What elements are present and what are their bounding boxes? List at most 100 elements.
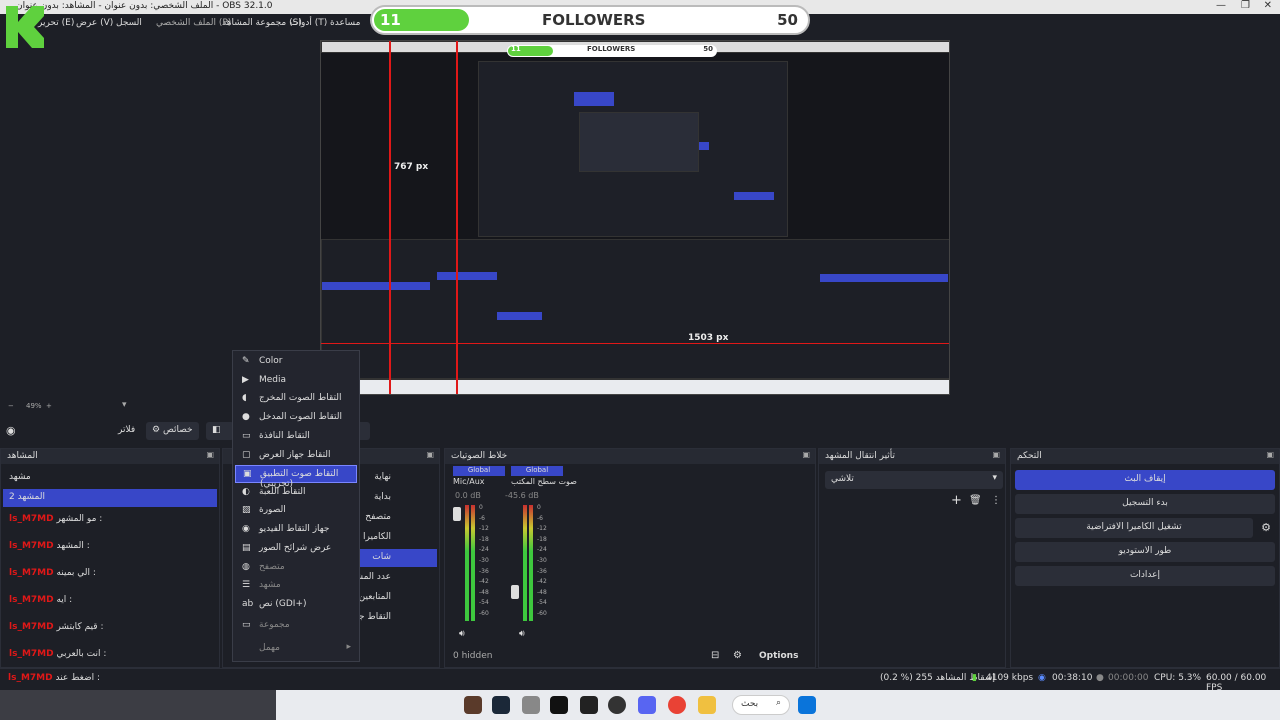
stop-stream-button[interactable]: إيقاف البث [1015, 470, 1275, 490]
menu-item-image[interactable]: ▨ الصورة [235, 502, 357, 520]
start-recording-button[interactable]: بدء التسجيل [1015, 494, 1275, 514]
taskbar-search[interactable]: بحث ⌕ [732, 695, 790, 715]
filters-button[interactable]: فلاتر [118, 425, 135, 435]
menu-item-text[interactable]: ab نص (GDI+) [235, 596, 357, 614]
menu-item-deprecated[interactable]: مهمل ▸ [235, 640, 357, 658]
zoom-dropdown-icon[interactable]: ▾ [122, 400, 127, 410]
mic-volume-slider[interactable] [453, 507, 461, 521]
maximize-icon[interactable]: ❐ [1241, 0, 1250, 11]
chevron-right-icon: ▸ [346, 642, 351, 652]
menu-item-video-capture[interactable]: ◉ جهاز التقاط الفيديو [235, 521, 357, 539]
minimize-icon[interactable]: — [1216, 0, 1226, 11]
menu-item-color[interactable]: ✎ Color [235, 353, 357, 371]
properties-button[interactable]: ⚙ خصائص [146, 422, 199, 440]
scene-item[interactable]: ls_M7MD الي بمينه : [3, 565, 217, 583]
mixer-options-button[interactable]: Options [759, 651, 798, 661]
studio-mode-button[interactable]: طور الاستوديو [1015, 542, 1275, 562]
scene-item[interactable]: المشهد 2 [3, 489, 217, 507]
scene-item[interactable]: مشهد [3, 469, 217, 487]
file-explorer-icon[interactable] [698, 696, 716, 714]
add-transition-icon[interactable]: + [951, 493, 962, 508]
steam-icon[interactable] [492, 696, 510, 714]
dock-popout-icon[interactable]: ▣ [992, 450, 1000, 459]
windows-start-icon[interactable] [798, 696, 816, 714]
mic-aux-name[interactable]: Mic/Aux [453, 477, 485, 486]
mixer-settings-icon[interactable]: ⚙ [733, 650, 742, 661]
scene-item[interactable]: ls_M7MD انت بالعربي : [3, 646, 217, 664]
menu-view[interactable]: عرض (V) [76, 18, 113, 28]
text-icon: ab [242, 599, 254, 609]
dock-popout-icon[interactable]: ▣ [426, 450, 434, 459]
menu-item-display-capture[interactable]: ▢ التقاط جهاز العرض [235, 447, 357, 465]
source-toolbar: ◉ فلاتر ⚙ خصائص ◧ [0, 420, 1280, 442]
menu-log[interactable]: السجل [116, 18, 142, 28]
menu-item-window-capture[interactable]: ▭ التقاط النافذة [235, 428, 357, 446]
desktop-audio-name[interactable]: صوت سطح المكتب [511, 477, 577, 486]
mixer-badge: Global [453, 466, 505, 476]
scene-item[interactable]: ls_M7MD ايه : [3, 592, 217, 610]
dock-popout-icon[interactable]: ▣ [1266, 450, 1274, 459]
camera-icon: ◉ [242, 524, 250, 534]
obs-taskbar-icon[interactable] [608, 696, 626, 714]
menu-item-media[interactable]: ▶ Media [235, 372, 357, 390]
chrome-icon[interactable] [668, 696, 686, 714]
source-item[interactable]: شات [359, 549, 437, 567]
controls-title: التحكم [1017, 451, 1042, 461]
scene-item[interactable]: ls_M7MD قيم كابتشر : [3, 619, 217, 637]
speaker-icon: ◖ [242, 393, 247, 403]
virtual-camera-settings-icon[interactable]: ⚙ [1261, 521, 1271, 534]
desktop-scale: 0 -6 -12 -18 -24 -30 -36 -42 -48 -54 -60 [537, 504, 547, 617]
desktop-audio-db: -45.6 dB [505, 491, 539, 500]
dock-popout-icon[interactable]: ▣ [206, 450, 214, 459]
preview-canvas[interactable]: 11 FOLLOWERS 50 767 px 1503 px [320, 40, 950, 395]
menu-item-browser[interactable]: ◍ متصفح [235, 559, 357, 577]
brush-icon: ✎ [242, 356, 250, 366]
scene-layout-button[interactable]: ◧ [206, 422, 234, 440]
menu-scene-collection[interactable]: مجموعة المشاهد (S) [222, 18, 302, 28]
dock-popout-icon[interactable]: ▣ [802, 450, 810, 459]
mixer-layout-icon[interactable]: ⊟ [711, 650, 719, 661]
height-guide-line [389, 41, 391, 394]
controls-header: التحكم ▣ [1011, 449, 1279, 464]
nested-taskbar [321, 379, 949, 394]
width-guide-line [321, 343, 949, 344]
menu-help[interactable]: مساعدة [330, 18, 360, 28]
menu-item-game-capture[interactable]: ◐ التقاط اللعبة [235, 484, 357, 502]
settings-button[interactable]: إعدادات [1015, 566, 1275, 586]
list-icon: ☰ [242, 580, 251, 590]
virtual-camera-button[interactable]: تشغيل الكاميرا الافتراضية [1015, 518, 1253, 538]
settings-app-icon[interactable] [522, 696, 540, 714]
app-icon[interactable] [464, 696, 482, 714]
menu-profile[interactable]: الملف الشخصي (P) [156, 18, 231, 28]
discord-icon[interactable] [638, 696, 656, 714]
scene-item[interactable]: ls_M7MD اضغط عند : [2, 670, 220, 688]
close-icon[interactable]: ✕ [1264, 0, 1272, 11]
menu-item-audio-output[interactable]: ◖ التقاط الصوت المخرج [235, 390, 357, 408]
play-icon: ▶ [242, 375, 249, 385]
menu-item-audio-input[interactable]: ● التقاط الصوت المدخل [235, 409, 357, 427]
scene-transitions-dock: تأثير انتقال المشهد ▣ تلاشي ▾ + 🗑︎ ⋮ [818, 448, 1006, 668]
menu-item-group[interactable]: ▭ مجموعة [235, 617, 357, 635]
properties-label: خصائص [162, 425, 193, 435]
app-icon[interactable] [580, 696, 598, 714]
desktop-mute-icon[interactable]: 🔊︎ [519, 629, 525, 639]
transition-select[interactable]: تلاشي ▾ [825, 471, 1003, 489]
zoom-out-icon[interactable]: − [8, 402, 14, 410]
nested-followers-current: 11 [511, 45, 521, 53]
zoom-in-icon[interactable]: + [46, 402, 52, 410]
zoom-level[interactable]: 49% [26, 402, 42, 410]
menu-item-scene[interactable]: ☰ مشهد [235, 577, 357, 595]
scene-item[interactable]: ls_M7MD المشهد : [3, 538, 217, 556]
tiktok-icon[interactable] [550, 696, 568, 714]
gamepad-icon: ◐ [242, 487, 250, 497]
menu-item-slideshow[interactable]: ▤ عرض شرائح الصور [235, 540, 357, 558]
stream-icon: ◉ [1038, 673, 1046, 683]
mic-mute-icon[interactable]: 🔊︎ [459, 629, 465, 639]
transitions-header: تأثير انتقال المشهد ▣ [819, 449, 1005, 464]
more-options-icon[interactable]: ⋮ [991, 495, 1001, 506]
menu-item-app-audio[interactable]: ▣ التقاط صوت التطبيق (تجريبي) [235, 465, 357, 489]
delete-transition-icon[interactable]: 🗑︎ [969, 495, 982, 506]
audio-mixer-dock: خلاط الصوتيات ▣ Global Global Mic/Aux صو… [444, 448, 816, 668]
scene-item[interactable]: ls_M7MD مو المشهر : [3, 511, 217, 529]
desktop-volume-slider[interactable] [511, 585, 519, 599]
